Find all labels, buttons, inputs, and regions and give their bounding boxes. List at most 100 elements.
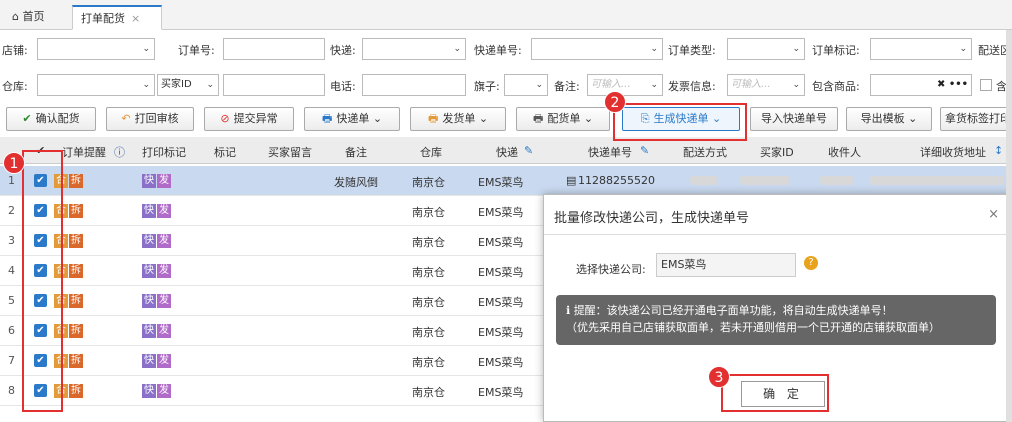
return-review-button[interactable]: ↶ 打回审核 bbox=[106, 107, 194, 131]
scrollbar[interactable] bbox=[1006, 30, 1012, 422]
edit-icon[interactable]: ✎ bbox=[524, 144, 533, 157]
flag-select[interactable]: ⌄ bbox=[504, 74, 548, 96]
filter-row-1: 店铺: ⌄ 订单号: 快递: ⌄ 快递单号: ⌄ 订单类型: ⌄ 订单标记: ⌄… bbox=[0, 37, 1012, 63]
import-tracking-button[interactable]: 导入快递单号 bbox=[750, 107, 838, 131]
header-remark: 备注 bbox=[345, 146, 367, 159]
chevron-down-icon: ⌄ bbox=[908, 112, 918, 125]
buyer-id-input[interactable] bbox=[223, 74, 325, 96]
express-slip-button[interactable]: 🖶 快递单 ⌄ bbox=[304, 107, 400, 131]
split-tag: 拆 bbox=[69, 384, 83, 398]
confirm-picking-label: 确认配货 bbox=[35, 112, 80, 125]
check-icon: ✔ bbox=[22, 112, 32, 125]
edit-icon[interactable]: ✎ bbox=[640, 144, 649, 157]
table-row[interactable]: 1 ✔ 合拆快发发随风倒 南京仓 EMS菜鸟 ▤ 11288255520 bbox=[0, 166, 1012, 196]
express-print-tag: 快 bbox=[142, 354, 156, 368]
ship-print-tag: 发 bbox=[157, 324, 171, 338]
split-tag: 拆 bbox=[69, 204, 83, 218]
row-number: 8 bbox=[8, 384, 15, 397]
toolbar: ✔ 确认配货 ↶ 打回审核 ⊘ 提交异常 🖶 快递单 ⌄ 🖶 发货单 ⌄ 🖶 配货单 ⌄ ⎘… bbox=[0, 106, 1012, 134]
split-tag: 拆 bbox=[69, 174, 83, 188]
header-tracking-no: 快递单号 bbox=[588, 146, 632, 159]
picking-slip-label: 配货单 bbox=[547, 112, 581, 125]
order-type-select[interactable]: ⌄ bbox=[727, 38, 805, 60]
row-warehouse: 南京仓 bbox=[412, 266, 445, 279]
header-delivery-method: 配送方式 bbox=[683, 146, 727, 159]
goods-label: 包含商品: bbox=[812, 80, 860, 93]
buyer-id-select[interactable]: 买家ID ⌄ bbox=[157, 74, 219, 96]
dialog-title: 批量修改快递公司，生成快递单号 bbox=[554, 211, 750, 226]
remark-select[interactable]: 可输入... ⌄ bbox=[587, 74, 663, 96]
chevron-down-icon: ⌄ bbox=[478, 112, 489, 125]
row-express: EMS菜鸟 bbox=[478, 296, 524, 309]
warehouse-label: 仓库: bbox=[2, 80, 28, 93]
tab-home[interactable]: ⌂ 首页 bbox=[4, 5, 52, 30]
shipping-slip-button[interactable]: 🖶 发货单 ⌄ bbox=[410, 107, 506, 131]
express-print-tag: 快 bbox=[142, 234, 156, 248]
help-icon[interactable]: ? bbox=[804, 256, 818, 270]
header-express: 快递 bbox=[496, 146, 518, 159]
express-print-tag: 快 bbox=[142, 204, 156, 218]
close-tab-icon[interactable]: × bbox=[131, 12, 140, 25]
picking-slip-button[interactable]: 🖶 配货单 ⌄ bbox=[516, 107, 610, 131]
redacted-buyer bbox=[740, 176, 790, 185]
row-warehouse: 南京仓 bbox=[412, 326, 445, 339]
ship-print-tag: 发 bbox=[157, 204, 171, 218]
row-warehouse: 南京仓 bbox=[412, 386, 445, 399]
printer-icon: 🖶 bbox=[532, 112, 544, 125]
order-mark-select[interactable]: ⌄ bbox=[870, 38, 972, 60]
invoice-label: 发票信息: bbox=[668, 80, 716, 93]
row-tracking-no: 11288255520 bbox=[578, 174, 655, 187]
notice-line-1: 提醒：该快递公司已经开通电子面单功能，将自动生成快递单号！ bbox=[573, 304, 893, 317]
confirm-picking-button[interactable]: ✔ 确认配货 bbox=[6, 107, 96, 131]
express-select[interactable]: ⌄ bbox=[362, 38, 466, 60]
express-print-tag: 快 bbox=[142, 174, 156, 188]
express-company-label: 选择快递公司: bbox=[576, 263, 646, 276]
remark-placeholder: 可输入... bbox=[591, 79, 631, 90]
chevron-down-icon: ⌄ bbox=[453, 44, 461, 54]
tab-home-label: 首页 bbox=[22, 10, 45, 23]
annotation-checkbox-column bbox=[22, 150, 63, 412]
row-number: 7 bbox=[8, 354, 15, 367]
export-template-button[interactable]: 导出模板 ⌄ bbox=[846, 107, 932, 131]
dialog-header: 批量修改快递公司，生成快递单号 × bbox=[544, 195, 1011, 235]
split-tag: 拆 bbox=[69, 234, 83, 248]
tracking-select[interactable]: ⌄ bbox=[531, 38, 663, 60]
chevron-down-icon: ⌄ bbox=[650, 44, 658, 54]
order-mark-label: 订单标记: bbox=[812, 44, 860, 57]
phone-input[interactable] bbox=[362, 74, 466, 96]
remark-label: 备注: bbox=[554, 80, 580, 93]
sort-icon[interactable]: ↕ bbox=[994, 144, 1003, 157]
buyer-id-select-value: 买家ID bbox=[161, 79, 192, 90]
order-no-input[interactable] bbox=[223, 38, 325, 60]
notice-box: ℹ 提醒：该快递公司已经开通电子面单功能，将自动生成快递单号！ （优先采用自己店… bbox=[556, 295, 996, 345]
warehouse-select[interactable]: ⌄ bbox=[37, 74, 155, 96]
chevron-down-icon: ⌄ bbox=[206, 80, 214, 90]
row-express: EMS菜鸟 bbox=[478, 236, 524, 249]
submit-exception-button[interactable]: ⊘ 提交异常 bbox=[204, 107, 294, 131]
header-address: 详细收货地址 bbox=[920, 146, 986, 159]
row-number: 4 bbox=[8, 264, 15, 277]
order-type-label: 订单类型: bbox=[668, 44, 716, 57]
ship-print-tag: 发 bbox=[157, 234, 171, 248]
tab-order-picking[interactable]: 打单配货 × bbox=[72, 5, 162, 30]
express-slip-label: 快递单 bbox=[336, 112, 370, 125]
invoice-select[interactable]: 可输入... ⌄ bbox=[727, 74, 805, 96]
ban-icon: ⊘ bbox=[220, 112, 230, 125]
info-icon: ℹ bbox=[566, 304, 574, 317]
home-icon: ⌂ bbox=[12, 10, 19, 23]
tag-print-button[interactable]: 拿货标签打印 bbox=[940, 107, 1012, 131]
shop-select[interactable]: ⌄ bbox=[37, 38, 155, 60]
express-company-field[interactable]: EMS菜鸟 bbox=[656, 253, 796, 277]
express-print-tag: 快 bbox=[142, 384, 156, 398]
split-tag: 拆 bbox=[69, 354, 83, 368]
header-mark: 标记 bbox=[214, 146, 236, 159]
row-number: 1 bbox=[8, 174, 15, 187]
close-icon[interactable]: × bbox=[988, 207, 999, 222]
goods-input[interactable]: ✖ ••• bbox=[870, 74, 972, 96]
shipping-slip-label: 发货单 bbox=[442, 112, 476, 125]
row-express: EMS菜鸟 bbox=[478, 326, 524, 339]
clear-more-icon[interactable]: ✖ ••• bbox=[937, 75, 968, 95]
filter-row-2: 仓库: ⌄ 买家ID ⌄ 电话: 旗子: ⌄ 备注: 可输入... ⌄ 发票信息: … bbox=[0, 73, 1012, 99]
contain-checkbox[interactable] bbox=[980, 79, 992, 91]
annotation-badge-1: 1 bbox=[3, 152, 25, 174]
